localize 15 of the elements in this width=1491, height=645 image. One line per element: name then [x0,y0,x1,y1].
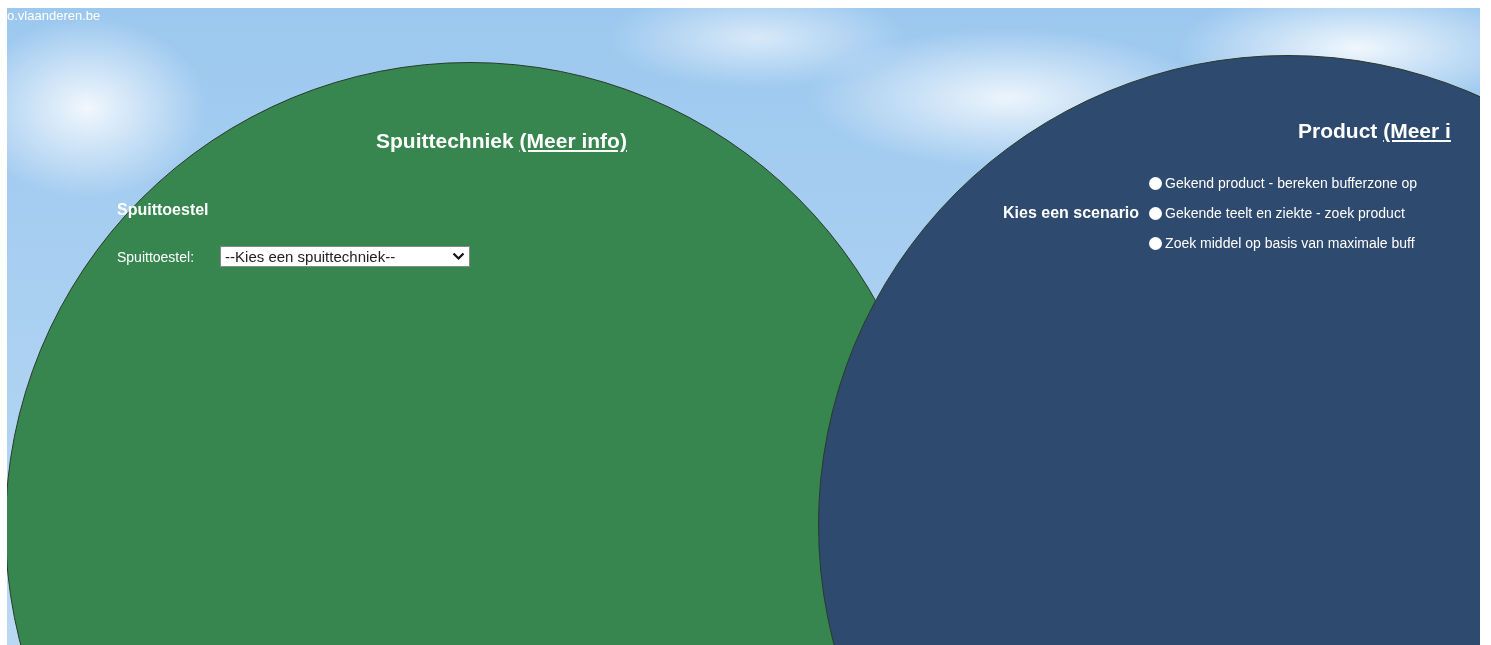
radio-button[interactable] [1149,236,1163,250]
address-text: o.vlaanderen.be [7,8,101,24]
radio-button[interactable] [1149,206,1163,220]
radio-button[interactable] [1149,176,1163,190]
panel-title: Product [1298,119,1378,142]
scenario-option[interactable]: Gekend product - bereken bufferzone op [1165,174,1417,192]
panel-title: Spuittechniek [376,129,514,152]
more-info-link[interactable]: (Meer i [1383,119,1451,142]
chevron-down-icon [452,252,466,261]
field-label: Spuittoestel: [117,248,195,265]
scenario-label: Kies een scenario [1003,204,1140,222]
scenario-option[interactable]: Zoek middel op basis van maximale buff [1165,234,1415,252]
more-info-link[interactable]: (Meer info) [519,129,627,152]
scenario-option[interactable]: Gekende teelt en ziekte - zoek product [1165,204,1405,222]
technique-dropdown[interactable]: --Kies een spuittechniek-- [220,246,471,267]
